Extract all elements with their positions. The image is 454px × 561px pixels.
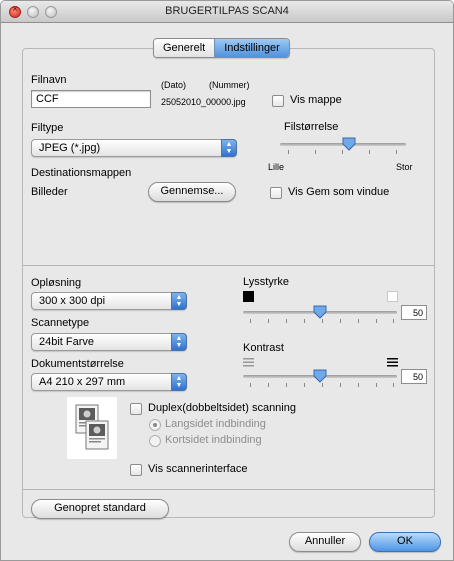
contrast-slider-thumb[interactable]: [313, 369, 327, 383]
filesize-label: Filstørrelse: [284, 121, 339, 133]
tab-bar: Generelt Indstillinger: [153, 38, 290, 58]
slider-tick: [250, 383, 251, 387]
white-square-icon: [387, 291, 398, 302]
slider-tick: [340, 319, 341, 323]
high-contrast-lines-icon: [387, 358, 398, 367]
slider-tick: [358, 319, 359, 323]
section-divider: [23, 265, 434, 266]
slider-tick: [393, 383, 394, 387]
docsize-select[interactable]: A4 210 x 297 mm ▲ ▼: [31, 373, 187, 391]
brightness-slider-thumb[interactable]: [313, 305, 327, 319]
brightness-label: Lysstyrke: [243, 276, 290, 288]
cancel-button[interactable]: Annuller: [289, 532, 361, 552]
slider-tick: [358, 383, 359, 387]
short-edge-radio[interactable]: [149, 435, 161, 447]
slider-tick: [288, 150, 289, 154]
slider-tick: [304, 319, 305, 323]
popup-arrows-icon: ▲ ▼: [221, 139, 237, 157]
generated-filename: 25052010_00000.jpg: [161, 97, 246, 107]
settings-panel: Filnavn CCF (Dato) (Nummer) 25052010_000…: [22, 48, 435, 519]
section-divider: [23, 489, 434, 490]
scanner-interface-label: Vis scannerinterface: [148, 463, 248, 475]
window-title: BRUGERTILPAS SCAN4: [165, 5, 289, 17]
save-as-window-label: Vis Gem som vindue: [288, 186, 390, 198]
number-label: (Nummer): [209, 80, 250, 90]
save-as-window-checkbox[interactable]: [270, 187, 282, 199]
filesize-max-label: Stor: [396, 162, 413, 172]
show-folder-checkbox[interactable]: [272, 95, 284, 107]
docsize-label: Dokumentstørrelse: [31, 358, 124, 370]
tab-indstillinger[interactable]: Indstillinger: [214, 39, 289, 57]
contrast-label: Kontrast: [243, 342, 284, 354]
ok-button[interactable]: OK: [369, 532, 441, 552]
title-bar: × BRUGERTILPAS SCAN4: [1, 1, 453, 23]
scanner-interface-checkbox[interactable]: [130, 464, 142, 476]
duplex-checkbox[interactable]: [130, 403, 142, 415]
slider-tick: [376, 383, 377, 387]
slider-tick: [393, 319, 394, 323]
slider-tick: [268, 383, 269, 387]
popup-arrows-icon: ▲ ▼: [171, 373, 187, 391]
duplex-label: Duplex(dobbeltsidet) scanning: [148, 402, 296, 414]
scantype-value: 24bit Farve: [39, 336, 95, 348]
restore-default-button[interactable]: Genopret standard: [31, 499, 169, 519]
filetype-value: JPEG (*.jpg): [39, 142, 101, 154]
scantype-label: Scannetype: [31, 317, 90, 329]
filetype-label: Filtype: [31, 122, 64, 134]
filesize-min-label: Lille: [268, 162, 285, 172]
slider-tick: [250, 319, 251, 323]
slider-tick: [396, 150, 397, 154]
destination-folder: Billeder: [31, 186, 68, 198]
filesize-slider-thumb[interactable]: [342, 137, 356, 151]
brightness-value-field[interactable]: 50: [401, 305, 427, 320]
slider-tick: [286, 319, 287, 323]
slider-tick: [268, 319, 269, 323]
popup-arrows-icon: ▲ ▼: [171, 333, 187, 351]
filename-input[interactable]: CCF: [31, 90, 151, 108]
long-edge-label: Langsidet indbinding: [165, 418, 266, 430]
low-contrast-lines-icon: [243, 358, 254, 367]
filetype-select[interactable]: JPEG (*.jpg) ▲ ▼: [31, 139, 237, 157]
show-folder-label: Vis mappe: [290, 94, 342, 106]
scan-settings-window: × BRUGERTILPAS SCAN4 Generelt Indstillin…: [0, 0, 454, 561]
popup-arrows-icon: ▲ ▼: [171, 292, 187, 310]
duplex-document-icon: [67, 397, 117, 459]
short-edge-label: Kortsidet indbinding: [165, 434, 262, 446]
slider-tick: [340, 383, 341, 387]
tab-generelt[interactable]: Generelt: [154, 39, 215, 57]
slider-tick: [322, 319, 323, 323]
browse-button[interactable]: Gennemse...: [148, 182, 236, 202]
slider-tick: [369, 150, 370, 154]
scantype-select[interactable]: 24bit Farve ▲ ▼: [31, 333, 187, 351]
slider-tick: [286, 383, 287, 387]
slider-tick: [322, 383, 323, 387]
resolution-value: 300 x 300 dpi: [39, 295, 106, 307]
resolution-label: Opløsning: [31, 277, 82, 289]
black-square-icon: [243, 291, 254, 302]
destination-label: Destinationsmappen: [31, 167, 132, 179]
slider-tick: [376, 319, 377, 323]
docsize-value: A4 210 x 297 mm: [39, 376, 126, 388]
contrast-value-field[interactable]: 50: [401, 369, 427, 384]
slider-tick: [315, 150, 316, 154]
slider-tick: [304, 383, 305, 387]
date-label: (Dato): [161, 80, 187, 90]
filename-label: Filnavn: [31, 74, 67, 86]
long-edge-radio[interactable]: [149, 419, 161, 431]
resolution-select[interactable]: 300 x 300 dpi ▲ ▼: [31, 292, 187, 310]
